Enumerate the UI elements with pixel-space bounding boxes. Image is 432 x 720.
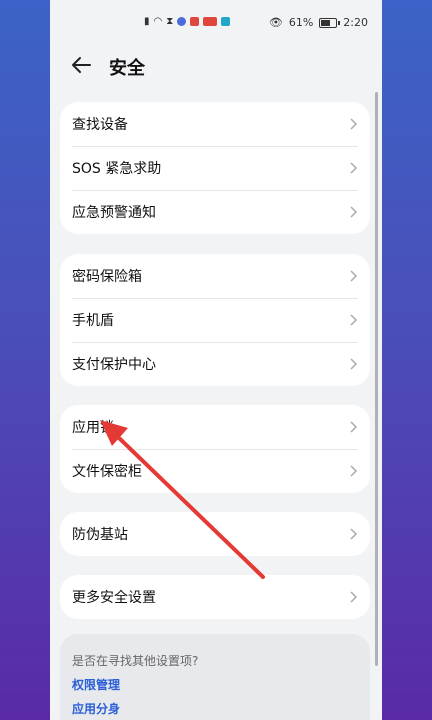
app-icon <box>203 17 218 26</box>
battery-percent: 61% <box>288 16 314 29</box>
hourglass-icon: ⧗ <box>166 16 174 27</box>
item-label: 更多安全设置 <box>72 590 156 606</box>
item-label: 密码保险箱 <box>72 269 142 285</box>
app-twin-link[interactable]: 应用分身 <box>72 700 120 717</box>
chevron-right-icon <box>350 528 358 540</box>
item-label: 应用锁 <box>72 420 114 436</box>
more-security-settings-item[interactable]: 更多安全设置 <box>60 575 370 619</box>
app-lock-item[interactable]: 应用锁 <box>60 405 370 449</box>
emergency-alert-item[interactable]: 应急预警通知 <box>60 190 370 234</box>
chevron-right-icon <box>350 270 358 282</box>
password-vault-item[interactable]: 密码保险箱 <box>60 254 370 298</box>
app-icon <box>190 17 200 26</box>
fake-base-station-item[interactable]: 防伪基站 <box>60 512 370 556</box>
phone-shield-item[interactable]: 手机盾 <box>60 298 370 342</box>
status-bar: ▮ ◠ ⧗ 👁 61% 2:20 <box>50 0 382 46</box>
chevron-right-icon <box>350 118 358 130</box>
item-label: 查找设备 <box>72 117 128 133</box>
sos-emergency-item[interactable]: SOS 紧急求助 <box>60 146 370 190</box>
suggestions-question: 是否在寻找其他设置项? <box>72 654 199 668</box>
page-header: 安全 <box>50 48 382 86</box>
settings-group-4: 防伪基站 <box>60 512 370 556</box>
permission-management-link[interactable]: 权限管理 <box>72 676 120 693</box>
file-safe-item[interactable]: 文件保密柜 <box>60 449 370 493</box>
app-icon <box>177 17 187 26</box>
suggestions-card: 是否在寻找其他设置项? 权限管理 应用分身 <box>60 634 370 720</box>
settings-group-2: 密码保险箱 手机盾 支付保护中心 <box>60 254 370 386</box>
chevron-right-icon <box>350 206 358 218</box>
status-right: 👁 61% 2:20 <box>269 16 368 29</box>
page-title: 安全 <box>109 58 145 79</box>
chevron-right-icon <box>350 358 358 370</box>
chevron-right-icon <box>350 465 358 477</box>
item-label: 防伪基站 <box>72 527 128 543</box>
chevron-right-icon <box>350 314 358 326</box>
battery-icon <box>319 17 341 28</box>
item-label: 支付保护中心 <box>72 357 156 373</box>
item-label: SOS 紧急求助 <box>72 161 162 177</box>
item-label: 手机盾 <box>72 313 114 329</box>
chevron-right-icon <box>350 162 358 174</box>
scrollbar[interactable] <box>375 92 378 666</box>
settings-group-5: 更多安全设置 <box>60 575 370 619</box>
payment-protection-item[interactable]: 支付保护中心 <box>60 342 370 386</box>
chevron-right-icon <box>350 421 358 433</box>
clock: 2:20 <box>343 16 368 29</box>
eye-icon: 👁 <box>268 16 283 29</box>
find-device-item[interactable]: 查找设备 <box>60 102 370 146</box>
status-icons: ▮ ◠ ⧗ <box>144 16 231 27</box>
phone-screen: ▮ ◠ ⧗ 👁 61% 2:20 安全 查找设备 SOS 紧急求助 应急预警通知… <box>50 0 382 720</box>
settings-group-3: 应用锁 文件保密柜 <box>60 405 370 493</box>
settings-group-1: 查找设备 SOS 紧急求助 应急预警通知 <box>60 102 370 234</box>
wifi-icon: ◠ <box>153 16 163 27</box>
chevron-right-icon <box>350 591 358 603</box>
item-label: 文件保密柜 <box>72 464 142 480</box>
back-arrow-icon[interactable] <box>70 54 92 76</box>
item-label: 应急预警通知 <box>72 205 156 221</box>
app-icon <box>221 17 231 26</box>
signal-icon: ▮ <box>144 16 150 27</box>
